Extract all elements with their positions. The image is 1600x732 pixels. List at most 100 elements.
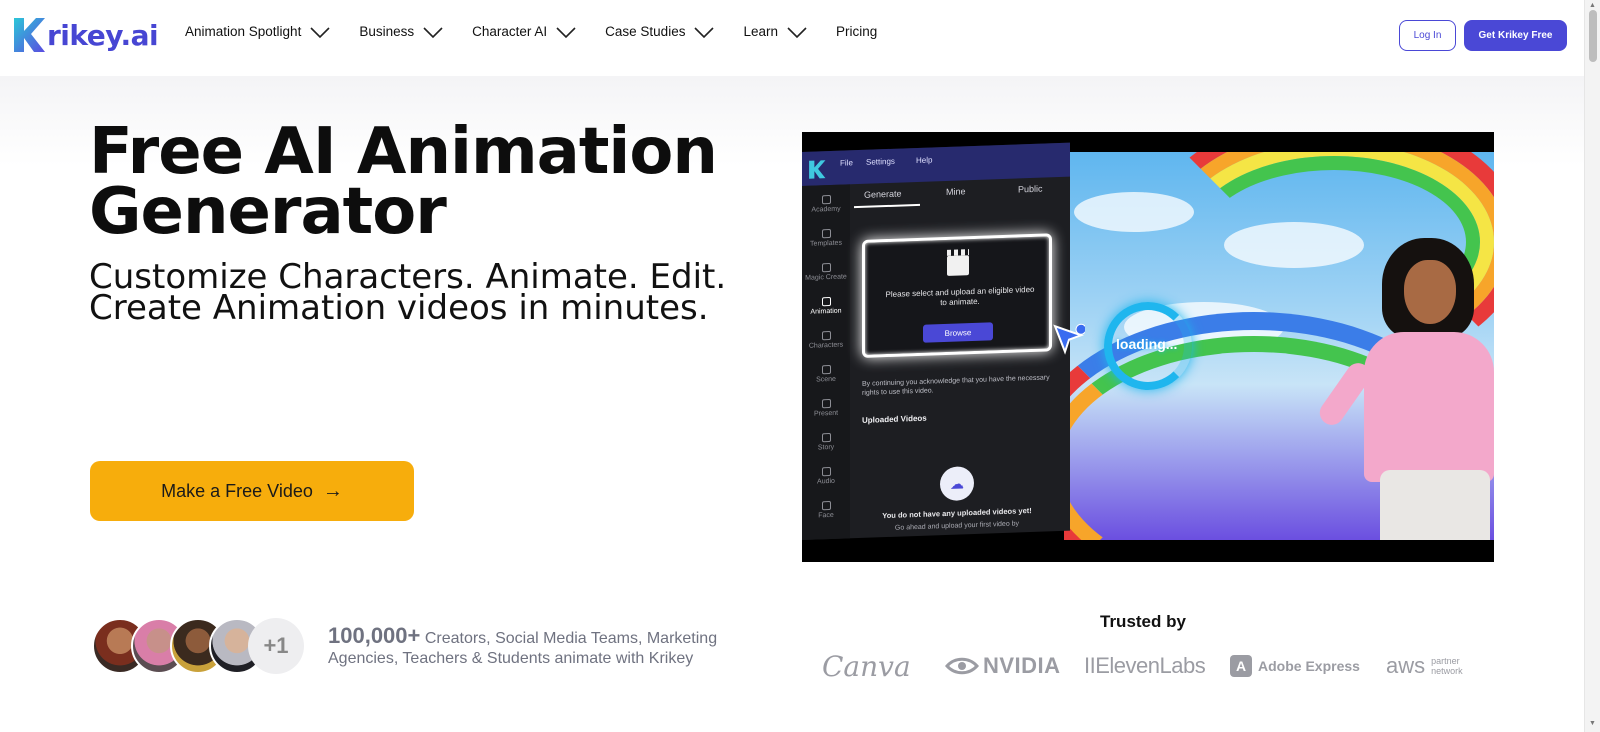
aws-sub-1: partner — [1431, 656, 1460, 666]
sidebar-item-present: Present — [802, 398, 850, 418]
tab-public: Public — [1018, 183, 1043, 195]
cta-label: Make a Free Video — [161, 480, 313, 501]
login-button[interactable]: Log In — [1399, 20, 1456, 51]
sidebar-label: Academy — [811, 205, 841, 214]
hero-title: Free AI Animation Generator — [89, 120, 789, 249]
menu-label: Case Studies — [605, 24, 686, 39]
menu-label: Animation Spotlight — [185, 24, 302, 39]
app-menu-settings: Settings — [866, 156, 895, 167]
creator-avatars: +1 — [92, 618, 307, 676]
social-proof-line-2: Agencies, Teachers & Students animate wi… — [328, 650, 694, 667]
story-icon — [821, 433, 831, 443]
uploaded-videos-title: Uploaded Videos — [862, 413, 927, 425]
animation-scene: loading... — [1064, 152, 1494, 540]
app-panel: File Settings Help Academy Templates Mag… — [802, 142, 1085, 541]
rights-acknowledgement: By continuing you acknowledge that you h… — [862, 374, 1050, 397]
sidebar-item-audio: Audio — [802, 466, 850, 486]
sidebar-item-face: Face — [802, 500, 850, 520]
tab-mine: Mine — [946, 186, 966, 197]
empty-state-text: You do not have any uploaded videos yet! — [882, 505, 1032, 521]
page-scrollbar[interactable]: ▲ ▼ — [1584, 0, 1600, 732]
sidebar-item-academy: Academy — [802, 194, 850, 214]
logo-text: rikey.ai — [47, 18, 159, 52]
nvidia-logo: NVIDIA — [945, 648, 1061, 684]
clapperboard-icon — [947, 255, 969, 276]
hero-title-line-2: Generator — [89, 175, 447, 249]
sidebar-item-characters: Characters — [802, 330, 850, 350]
character-pants — [1380, 470, 1490, 540]
arrow-right-icon: → — [322, 479, 343, 502]
sidebar-label: Face — [818, 511, 834, 520]
sidebar-item-story: Story — [802, 432, 850, 452]
make-free-video-button[interactable]: Make a Free Video → — [90, 461, 414, 521]
scroll-down-icon[interactable]: ▼ — [1589, 720, 1596, 727]
sidebar-label: Magic Create — [805, 273, 847, 282]
menu-character-ai[interactable]: Character AI — [472, 24, 577, 39]
menu-label: Character AI — [472, 24, 548, 39]
krikey-k-icon — [14, 18, 45, 52]
menu-learn[interactable]: Learn — [743, 24, 808, 39]
menu-animation-spotlight[interactable]: Animation Spotlight — [185, 24, 331, 39]
characters-icon — [821, 331, 831, 341]
adobe-icon: A — [1230, 655, 1252, 677]
chevron-down-icon — [556, 26, 576, 38]
social-proof-line-1: Creators, Social Media Teams, Marketing — [424, 630, 718, 647]
scroll-up-icon[interactable]: ▲ — [1589, 2, 1596, 9]
empty-state-subtext: Go ahead and upload your first video by — [894, 520, 1020, 532]
nvidia-text: NVIDIA — [983, 653, 1061, 678]
elevenlabs-logo: IIElevenLabs — [1084, 653, 1206, 678]
aws-sub-2: network — [1431, 666, 1463, 676]
get-krikey-free-button[interactable]: Get Krikey Free — [1464, 20, 1567, 51]
scroll-thumb[interactable] — [1589, 10, 1597, 62]
menu-label: Business — [359, 24, 415, 39]
app-menu-help: Help — [916, 155, 933, 166]
cursor-pointer-icon — [1053, 323, 1085, 355]
sidebar-label: Animation — [810, 307, 842, 316]
aws-partner-logo: aws partner network — [1386, 648, 1463, 684]
present-icon — [821, 399, 831, 409]
upload-cloud-icon: ☁ — [940, 465, 974, 502]
krikey-logo[interactable]: rikey.ai — [12, 16, 159, 54]
aws-subtext: partner network — [1431, 656, 1463, 676]
audio-icon — [821, 467, 831, 477]
character-body — [1364, 332, 1494, 482]
menu-pricing[interactable]: Pricing — [836, 24, 877, 39]
chevron-down-icon — [787, 26, 807, 38]
upload-card: Please select and upload an eligible vid… — [862, 233, 1085, 358]
creator-count: 100,000+ — [328, 623, 421, 648]
sidebar-label: Scene — [816, 375, 836, 384]
krikey-k-icon — [809, 160, 826, 179]
top-nav: rikey.ai Animation Spotlight Business Ch… — [0, 0, 1584, 76]
sidebar-item-templates: Templates — [802, 228, 850, 248]
upload-prompt: Please select and upload an eligible vid… — [885, 284, 1035, 308]
loading-text: loading... — [1116, 336, 1178, 352]
scene-icon — [821, 365, 831, 375]
sidebar-label: Present — [813, 409, 839, 418]
templates-icon — [821, 229, 831, 239]
sidebar-label: Audio — [817, 477, 835, 486]
social-proof-text: 100,000+ Creators, Social Media Teams, M… — [328, 623, 768, 669]
tab-generate: Generate — [864, 188, 902, 200]
menu-label: Pricing — [835, 24, 878, 39]
sidebar-label: Templates — [810, 239, 842, 248]
app-menu-file: File — [840, 158, 853, 168]
hero-subtitle-line-2: Create Animation videos in minutes. — [89, 288, 709, 328]
nvidia-eye-icon — [945, 657, 979, 675]
partner-logos: Canva NVIDIA IIElevenLabs A Adobe Expres… — [820, 648, 1480, 688]
sidebar-item-scene: Scene — [802, 364, 850, 384]
menu-label: Learn — [743, 24, 778, 39]
more-avatars-badge: +1 — [248, 618, 304, 674]
sidebar-label: Story — [817, 443, 835, 452]
animation-icon — [821, 297, 831, 307]
hero-video[interactable]: loading... File Settings Help Academy Te… — [802, 132, 1494, 562]
menu-case-studies[interactable]: Case Studies — [605, 24, 715, 39]
academy-icon — [821, 195, 831, 205]
chevron-down-icon — [310, 26, 330, 38]
app-sidebar: Academy Templates Magic Create Animation… — [802, 184, 850, 541]
sidebar-item-animation: Animation — [802, 296, 850, 316]
aws-text: aws — [1386, 653, 1426, 678]
trusted-by-title: Trusted by — [1100, 612, 1186, 631]
menu-business[interactable]: Business — [359, 24, 444, 39]
chevron-down-icon — [694, 26, 715, 38]
sidebar-item-magic-create: Magic Create — [802, 262, 850, 282]
